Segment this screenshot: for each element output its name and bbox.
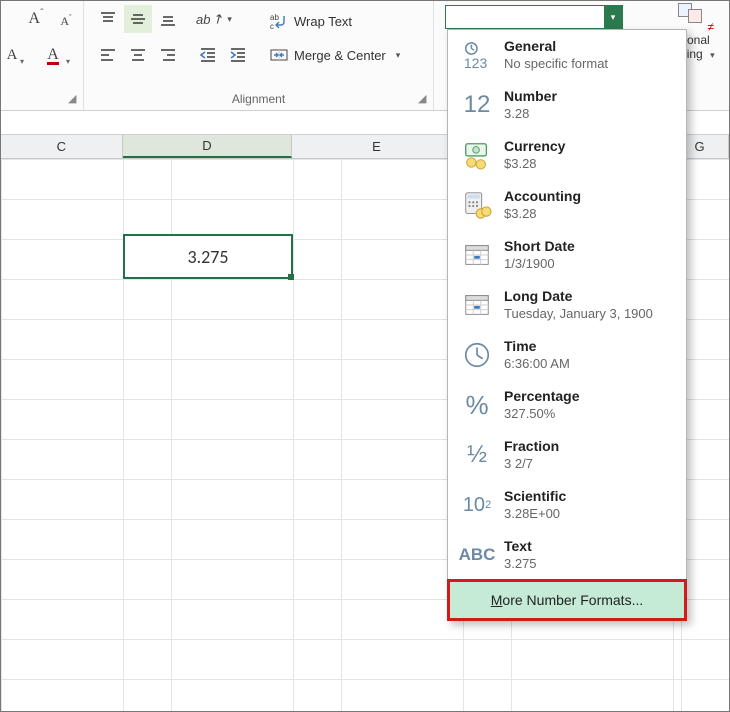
format-title: Accounting [504,188,581,206]
format-title: General [504,38,608,56]
number-format-panel: 123 General No specific format 12 Number… [447,29,687,621]
align-bottom-button[interactable] [154,5,182,33]
merge-center-label: Merge & Center [294,48,386,63]
format-sub: $3.28 [504,156,565,172]
format-title: Short Date [504,238,575,256]
general-icon: 123 [462,40,492,70]
merge-center-button[interactable]: Merge & Center ▾ [264,41,406,69]
align-middle-button[interactable] [124,5,152,33]
format-sub: 3 2/7 [504,456,559,472]
column-header-d[interactable]: D [123,135,293,158]
format-sub: No specific format [504,56,608,72]
svg-text:c: c [270,22,274,30]
number-icon: 12 [462,90,492,120]
alignment-group-label: Alignment [84,92,433,106]
format-item-fraction[interactable]: ½ Fraction 3 2/7 [448,430,686,480]
format-item-number[interactable]: 12 Number 3.28 [448,80,686,130]
format-title: Scientific [504,488,566,506]
format-item-text[interactable]: ABC Text 3.275 [448,530,686,580]
format-sub: $3.28 [504,206,581,222]
format-sub: Tuesday, January 3, 1900 [504,306,653,322]
ribbon-group-alignment: ab↗▾ abc Wrap Text Merge & Center ▾ Alig… [84,1,434,110]
alignment-dialog-launcher-icon[interactable]: ◢ [418,93,430,105]
format-title: Time [504,338,570,356]
percentage-icon: % [462,390,492,420]
more-number-formats-prefix: M [491,592,503,608]
number-format-combo-button[interactable]: ▾ [604,6,622,28]
active-cell-d3[interactable]: 3.275 [123,234,293,279]
format-title: Long Date [504,288,653,306]
font-color-dropdown[interactable]: ▾ [62,47,74,75]
format-item-percentage[interactable]: % Percentage 327.50% [448,380,686,430]
short-date-icon [462,240,492,270]
number-format-combo[interactable]: ▾ [445,5,623,29]
decrease-indent-button[interactable] [194,41,222,69]
format-sub: 6:36:00 AM [504,356,570,372]
font-dialog-launcher-icon[interactable]: ◢ [68,93,80,105]
format-item-general[interactable]: 123 General No specific format [448,30,686,80]
wrap-text-label: Wrap Text [294,14,352,29]
increase-indent-button[interactable] [224,41,252,69]
more-number-formats-button[interactable]: More Number Formats... [447,579,687,621]
format-item-long-date[interactable]: Long Date Tuesday, January 3, 1900 [448,280,686,330]
format-sub: 3.275 [504,556,537,572]
active-cell-value: 3.275 [187,246,228,268]
format-title: Number [504,88,557,106]
scientific-icon: 102 [462,490,492,520]
merge-center-dropdown[interactable]: ▾ [396,50,401,61]
decrease-font-size-button[interactable]: Aˇ [52,7,80,35]
svg-text:123: 123 [464,55,488,70]
format-sub: 3.28 [504,106,557,122]
increase-font-size-button[interactable]: Aˆ [22,5,50,33]
format-item-accounting[interactable]: Accounting $3.28 [448,180,686,230]
format-sub: 1/3/1900 [504,256,575,272]
column-header-c[interactable]: C [1,135,123,158]
align-top-button[interactable] [94,5,122,33]
currency-icon [462,140,492,170]
format-item-time[interactable]: Time 6:36:00 AM [448,330,686,380]
format-title: Currency [504,138,565,156]
align-right-button[interactable] [154,41,182,69]
ribbon-group-font: Aˆ Aˇ A ▾ A ▾ ◢ [4,1,84,110]
fraction-icon: ½ [462,440,492,470]
format-title: Text [504,538,537,556]
accounting-icon [462,190,492,220]
more-number-formats-label: ore Number Formats... [502,592,643,608]
align-center-button[interactable] [124,41,152,69]
long-date-icon [462,290,492,320]
align-left-button[interactable] [94,41,122,69]
format-item-scientific[interactable]: 102 Scientific 3.28E+00 [448,480,686,530]
wrap-text-button[interactable]: abc Wrap Text [264,7,358,35]
format-title: Fraction [504,438,559,456]
cell-styles-dropdown[interactable]: ▾ [16,47,28,75]
number-format-combo-input[interactable] [446,6,604,28]
time-icon [462,340,492,370]
column-header-e[interactable]: E [292,135,462,158]
svg-text:ab: ab [270,13,279,22]
format-item-currency[interactable]: Currency $3.28 [448,130,686,180]
orientation-button[interactable]: ab↗▾ [194,5,234,33]
conditional-formatting-icon: ≠ [678,3,710,31]
format-sub: 3.28E+00 [504,506,566,522]
format-sub: 327.50% [504,406,579,422]
format-title: Percentage [504,388,579,406]
text-icon: ABC [462,540,492,570]
format-item-short-date[interactable]: Short Date 1/3/1900 [448,230,686,280]
